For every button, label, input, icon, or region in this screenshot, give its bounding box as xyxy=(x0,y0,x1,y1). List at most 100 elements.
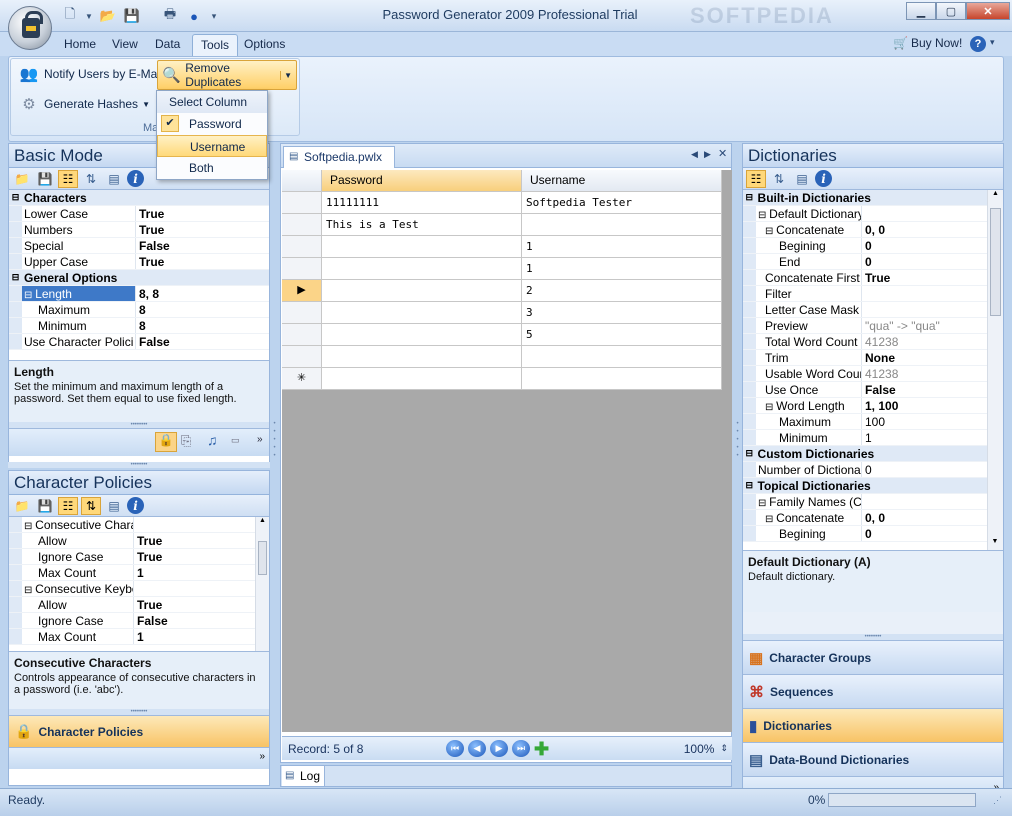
property-value[interactable]: "qua" -> "qua" xyxy=(862,318,940,333)
property-row[interactable]: Concatenate First True xyxy=(743,270,987,286)
cell-username[interactable] xyxy=(522,368,722,390)
property-row[interactable]: Preview "qua" -> "qua" xyxy=(743,318,987,334)
cell-password[interactable]: This is a Test xyxy=(322,214,522,236)
generate-icon[interactable]: ● xyxy=(184,7,204,25)
print-icon[interactable]: 🖶 xyxy=(160,6,180,25)
property-category[interactable]: ⊟ General Options xyxy=(9,270,269,286)
property-value[interactable]: False xyxy=(862,382,896,397)
info-icon[interactable]: i xyxy=(815,170,832,187)
property-value[interactable]: 1 xyxy=(862,430,872,445)
scrollbar[interactable]: ▲ xyxy=(255,517,269,651)
row-selector[interactable] xyxy=(282,346,322,368)
property-value[interactable]: 1 xyxy=(134,629,144,644)
menu-item-both[interactable]: Both xyxy=(157,157,267,179)
property-category[interactable]: ⊟ Custom Dictionaries xyxy=(743,446,987,462)
property-row[interactable]: Trim None xyxy=(743,350,987,366)
table-row[interactable]: ▶ 2 xyxy=(282,280,732,302)
property-row[interactable]: Letter Case Mask xyxy=(743,302,987,318)
more-chevron-icon[interactable]: » xyxy=(257,434,263,445)
property-row[interactable]: Begining 0 xyxy=(743,238,987,254)
left-splitter[interactable]: • • • • • xyxy=(272,420,277,480)
tab-view[interactable]: View xyxy=(104,34,146,56)
table-row[interactable]: 1 xyxy=(282,236,732,258)
expander-icon[interactable]: ⊟ xyxy=(24,521,35,532)
property-row[interactable]: Lower Case True xyxy=(9,206,269,222)
cell-username[interactable]: 3 xyxy=(522,302,722,324)
menu-item-password[interactable]: ✔ Password xyxy=(157,113,267,135)
document-tab[interactable]: ▤ Softpedia.pwlx xyxy=(283,146,396,168)
sort-az-icon[interactable]: ⇅ xyxy=(81,496,101,515)
menu-item-username[interactable]: Username xyxy=(157,135,267,157)
property-value[interactable]: False xyxy=(134,613,168,628)
cell-username[interactable] xyxy=(522,346,722,368)
notify-users-button[interactable]: 👥 Notify Users by E-Mail xyxy=(14,62,167,86)
cell-password[interactable] xyxy=(322,346,522,368)
expander-icon[interactable] xyxy=(743,398,756,413)
expander-icon[interactable]: ⊟ xyxy=(743,190,756,205)
column-header-password[interactable]: Password xyxy=(322,170,522,192)
property-row[interactable]: Numbers True xyxy=(9,222,269,238)
property-row[interactable]: Maximum 8 xyxy=(9,302,269,318)
expander-icon[interactable]: ⊟ xyxy=(758,498,769,509)
expander-icon[interactable]: ⊟ xyxy=(743,478,756,493)
column-header-username[interactable]: Username xyxy=(522,170,722,192)
info-icon[interactable]: i xyxy=(127,170,144,187)
property-row[interactable]: Max Count 1 xyxy=(9,565,255,581)
property-value[interactable]: True xyxy=(134,597,162,612)
property-row[interactable]: Use Character Polici False xyxy=(9,334,269,350)
previous-record-button[interactable]: ◀ xyxy=(468,740,486,757)
property-value[interactable]: 41238 xyxy=(862,366,898,381)
expander-icon[interactable]: ⊟ xyxy=(9,190,22,205)
scroll-thumb[interactable] xyxy=(258,541,267,575)
cell-username[interactable]: Softpedia Tester xyxy=(522,192,722,214)
first-record-button[interactable]: ⏮ xyxy=(446,740,464,757)
tab-data[interactable]: Data xyxy=(147,34,188,56)
expander-icon[interactable]: ⊟ xyxy=(765,402,776,413)
property-value[interactable]: 1 xyxy=(134,565,144,580)
minimize-button[interactable]: ▁ xyxy=(906,2,936,20)
help-icon[interactable]: ? xyxy=(970,36,986,52)
property-value[interactable] xyxy=(134,581,137,596)
properties-icon[interactable]: ▤ xyxy=(104,170,124,188)
property-row[interactable]: ⊟ Default Dictionary (A) xyxy=(743,206,987,222)
property-row[interactable]: ⊟ Word Length 1, 100 xyxy=(743,398,987,414)
property-row[interactable]: Minimum 8 xyxy=(9,318,269,334)
property-value[interactable]: None xyxy=(862,350,895,365)
tab-home[interactable]: Home xyxy=(56,34,104,56)
open-folder-icon[interactable]: 📂 xyxy=(98,7,118,25)
nav-pane-data-bound[interactable]: ▤ Data-Bound Dictionaries xyxy=(743,742,1003,776)
scrollbar[interactable]: ▲ ▼ xyxy=(987,190,1003,550)
property-row[interactable]: Special False xyxy=(9,238,269,254)
property-value[interactable]: True xyxy=(136,254,164,269)
property-row[interactable]: ⊟ Consecutive Keyboa xyxy=(9,581,255,597)
expander-icon[interactable] xyxy=(9,581,22,596)
property-row[interactable]: ⊟ Concatenate 0, 0 xyxy=(743,222,987,238)
property-value[interactable]: True xyxy=(136,222,164,237)
row-selector[interactable] xyxy=(282,324,322,346)
property-value[interactable]: 0, 0 xyxy=(862,510,885,525)
tab-options[interactable]: Options xyxy=(236,34,293,56)
resize-grip-icon[interactable]: ⋰ xyxy=(993,795,1002,806)
chevron-down-icon[interactable]: ▼ xyxy=(84,7,94,25)
table-row[interactable] xyxy=(282,346,732,368)
new-document-icon[interactable]: 🗋 xyxy=(60,6,80,25)
property-value[interactable]: 0 xyxy=(862,238,872,253)
property-value[interactable]: 0 xyxy=(862,254,872,269)
cell-password[interactable]: 11111111 xyxy=(322,192,522,214)
log-tab[interactable]: ▤ Log xyxy=(282,766,326,786)
property-value[interactable] xyxy=(862,494,865,509)
nav-pane-sequences[interactable]: ⌘ Sequences xyxy=(743,674,1003,708)
property-value[interactable]: 1, 100 xyxy=(862,398,898,413)
property-row[interactable]: Total Word Count 41238 xyxy=(743,334,987,350)
expander-icon[interactable]: ⊟ xyxy=(765,226,776,237)
property-row[interactable]: End 0 xyxy=(743,254,987,270)
cell-username[interactable]: 5 xyxy=(522,324,722,346)
property-value[interactable]: True xyxy=(862,270,890,285)
property-value[interactable] xyxy=(862,286,865,301)
row-selector[interactable]: ▶ xyxy=(282,280,322,302)
tab-tools[interactable]: Tools xyxy=(192,34,239,56)
character-policies-nav-button[interactable]: 🔒 Character Policies xyxy=(9,715,269,747)
cell-username[interactable]: 1 xyxy=(522,258,722,280)
expander-icon[interactable]: ⊟ xyxy=(24,585,35,596)
keyboard-icon[interactable]: ▭ xyxy=(231,435,240,446)
